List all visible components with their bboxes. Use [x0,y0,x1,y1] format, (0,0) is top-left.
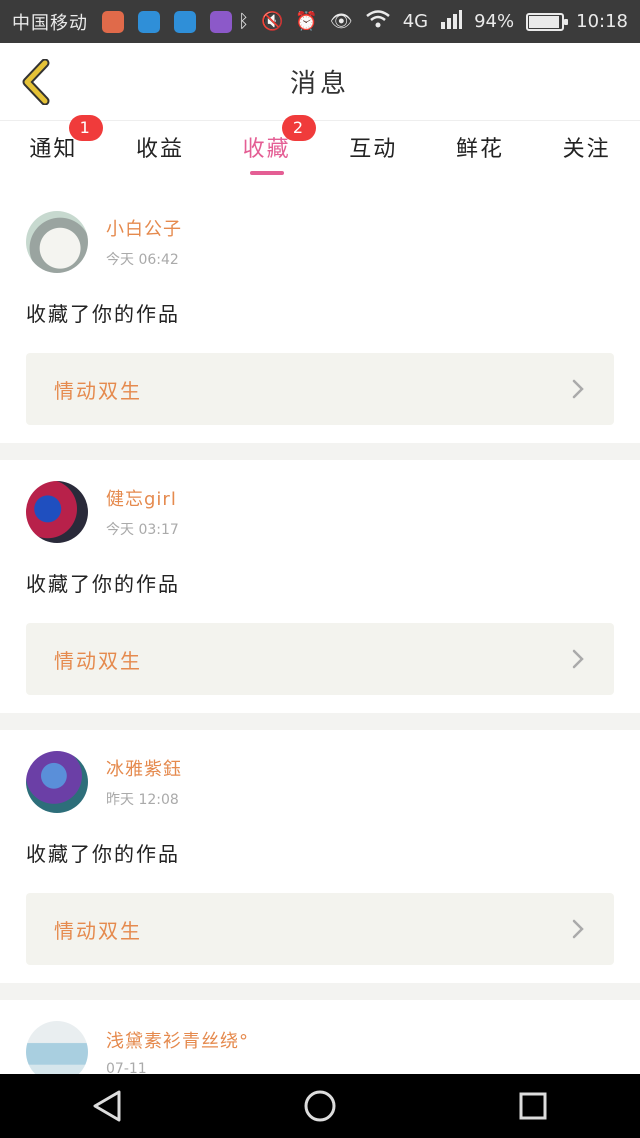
header-bar: 消息 [0,43,640,121]
chevron-right-icon [572,919,584,939]
message-card: 健忘girl 今天 03:17 收藏了你的作品 情动双生 [0,460,640,713]
battery-percent: 94% [474,11,515,32]
bluetooth-icon: ᛒ [238,11,249,32]
alarm-icon: ⏰ [295,11,318,32]
chat-app-icon [210,10,232,33]
tab-bar: 通知 1 收益 收藏 2 互动 鲜花 关注 [0,115,640,183]
work-title: 情动双生 [54,648,142,673]
tab-flowers[interactable]: 鲜花 [427,121,534,183]
action-text: 收藏了你的作品 [26,302,180,326]
video-app-icon [138,10,160,33]
carrier-name: 中国移动 [12,12,88,34]
battery-icon [526,12,569,31]
work-link[interactable]: 情动双生 [26,353,614,425]
tab-label: 互动 [349,137,398,162]
divider [0,983,640,1000]
mute-icon: 🔇 [261,11,284,32]
unread-badge: 2 [281,115,316,141]
signal-icon [440,9,463,34]
tab-favorites[interactable]: 收藏 2 [213,115,320,183]
action-text: 收藏了你的作品 [26,572,180,596]
back-chevron-icon [22,59,50,105]
tab-label: 通知 [29,137,78,162]
avatar[interactable] [26,481,88,543]
nav-recents-button[interactable] [503,1074,563,1138]
network-type: 4G [402,11,429,32]
tab-notifications[interactable]: 通知 1 [0,115,107,183]
eye-icon: 👁 [329,11,353,32]
username[interactable]: 浅黛素衫青丝绕° [106,1027,249,1053]
tab-label: 关注 [562,137,611,162]
divider [0,443,640,460]
nav-home-icon [304,1090,336,1122]
chevron-right-icon [572,649,584,669]
nav-home-button[interactable] [290,1074,350,1138]
back-button[interactable] [14,57,58,107]
work-title: 情动双生 [54,918,142,943]
timestamp: 今天 03:17 [106,522,179,538]
tab-following[interactable]: 关注 [533,121,640,183]
avatar[interactable] [26,1021,88,1074]
tab-earnings[interactable]: 收益 [107,121,214,183]
unread-badge: 1 [68,115,103,141]
tab-interactions[interactable]: 互动 [320,121,427,183]
message-card: 小白公子 今天 06:42 收藏了你的作品 情动双生 [0,190,640,443]
video-app-icon [174,10,196,33]
timestamp: 07-11 [106,1061,147,1074]
message-card: 浅黛素衫青丝绕° 07-11 [0,1000,640,1074]
work-link[interactable]: 情动双生 [26,623,614,695]
timestamp: 今天 06:42 [106,252,179,268]
avatar[interactable] [26,751,88,813]
avatar[interactable] [26,211,88,273]
mail-app-icon [102,10,124,33]
wifi-icon [365,9,391,34]
nav-recents-icon [519,1092,547,1120]
username[interactable]: 小白公子 [106,215,182,241]
action-text: 收藏了你的作品 [26,842,180,866]
timestamp: 昨天 12:08 [106,792,179,808]
status-bar: 中国移动 ᛒ 🔇 ⏰ 👁 4G 94% 10:18 [0,0,640,43]
tab-label: 收藏 [242,137,291,162]
nav-back-icon [93,1090,121,1122]
divider [0,713,640,730]
work-link[interactable]: 情动双生 [26,893,614,965]
message-card: 冰雅紫鈺 昨天 12:08 收藏了你的作品 情动双生 [0,730,640,983]
page-title: 消息 [289,69,350,99]
username[interactable]: 健忘girl [106,485,179,511]
tab-label: 收益 [135,137,184,162]
system-nav-bar [0,1074,640,1138]
chevron-right-icon [572,379,584,399]
nav-back-button[interactable] [77,1074,137,1138]
tab-label: 鲜花 [455,137,504,162]
clock-time: 10:18 [576,11,628,32]
work-title: 情动双生 [54,378,142,403]
message-feed[interactable]: 小白公子 今天 06:42 收藏了你的作品 情动双生 健忘girl 今天 03:… [0,190,640,1074]
username[interactable]: 冰雅紫鈺 [106,755,182,781]
